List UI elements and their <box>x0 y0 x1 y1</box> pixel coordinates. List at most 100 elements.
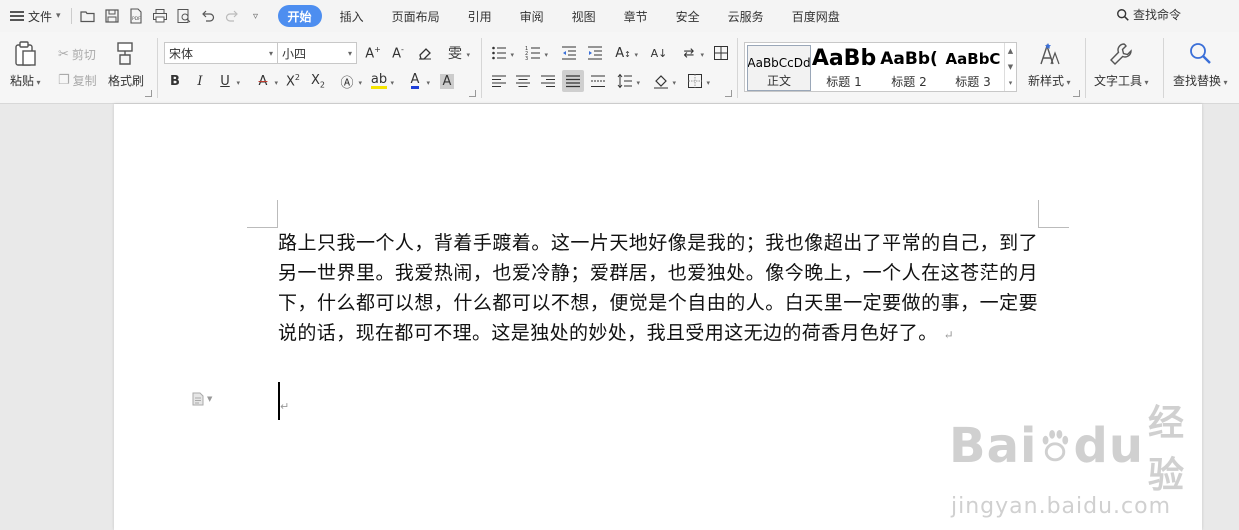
save-icon <box>104 9 119 23</box>
paragraph-layout-button[interactable]: ▼ <box>192 392 212 406</box>
justify-icon <box>566 75 580 88</box>
undo-button[interactable] <box>196 4 220 28</box>
style-preview: AaBbCcDd <box>747 56 811 70</box>
text-effect-button[interactable]: Ⓐ ▾ <box>336 70 362 92</box>
subscript-icon: X2 <box>311 72 325 90</box>
char-shading-icon: A <box>439 73 455 89</box>
superscript-button[interactable]: X2 <box>282 70 304 92</box>
paste-button[interactable]: 粘贴 ▾ <box>10 40 41 89</box>
subscript-button[interactable]: X2 <box>307 70 329 92</box>
chevron-down-icon: ▼ <box>207 395 213 403</box>
italic-button[interactable]: I <box>189 70 211 92</box>
style-preview: AaBb( <box>880 49 938 69</box>
borders-button[interactable]: ▾ <box>684 70 710 92</box>
dialog-launcher[interactable] <box>725 90 732 97</box>
dialog-launcher[interactable] <box>1073 90 1080 97</box>
menu-bar: 文件 ▾ PDF ▿ 开始 插入 页面布局 引用 审阅 视图 章节 安全 云服务… <box>0 0 1239 32</box>
tab-security[interactable]: 安全 <box>666 5 710 27</box>
tab-references[interactable]: 引用 <box>458 5 502 27</box>
style-heading-3[interactable]: AaBbC 标题 3 <box>941 45 1005 91</box>
paw-icon <box>1043 429 1069 462</box>
print-button[interactable] <box>148 4 172 28</box>
font-color-button[interactable]: A ▾ <box>404 70 430 92</box>
borders-icon <box>688 74 702 88</box>
tab-view[interactable]: 视图 <box>562 5 606 27</box>
highlighter-icon: ab <box>370 72 388 89</box>
align-left-button[interactable] <box>488 70 510 92</box>
tab-cloud-service[interactable]: 云服务 <box>718 5 774 27</box>
chinese-layout-button[interactable]: ⇄ ▾ <box>678 42 704 64</box>
magnifier-icon <box>1190 43 1212 64</box>
increase-indent-button[interactable] <box>584 42 606 64</box>
char-shading-button[interactable]: A <box>436 70 458 92</box>
tab-page-layout[interactable]: 页面布局 <box>382 5 450 27</box>
font-size-combo[interactable]: 小四 ▾ <box>277 42 357 64</box>
distributed-align-icon <box>591 75 605 87</box>
grow-font-button[interactable]: A+ <box>362 42 384 64</box>
tab-review[interactable]: 审阅 <box>510 5 554 27</box>
tab-home[interactable]: 开始 <box>277 5 322 27</box>
distributed-align-button[interactable] <box>587 70 609 92</box>
new-style-button[interactable]: 新样式 ▾ <box>1028 40 1071 89</box>
wrench-icon <box>1110 43 1132 65</box>
style-heading-2[interactable]: AaBb( 标题 2 <box>877 45 941 91</box>
justify-button[interactable] <box>562 70 584 92</box>
gallery-scrollbar[interactable]: ▲ ▼ ▾ <box>1004 43 1016 91</box>
printer-icon <box>152 9 167 23</box>
highlight-button[interactable]: ab ▾ <box>368 70 394 92</box>
search-command[interactable]: 查找命令 <box>1116 6 1181 23</box>
format-painter-button[interactable]: 格式刷 <box>108 40 144 89</box>
customize-quick-access-button[interactable]: ▿ <box>244 4 268 28</box>
redo-button[interactable] <box>220 4 244 28</box>
open-folder-button[interactable] <box>76 4 100 28</box>
dialog-launcher[interactable] <box>145 90 152 97</box>
decrease-indent-button[interactable] <box>558 42 580 64</box>
document-page[interactable]: 路上只我一个人，背着手踱着。这一片天地好像是我的；我也像超出了平常的自己，到了另… <box>114 104 1202 530</box>
style-name: 标题 1 <box>826 75 862 89</box>
text-tools-button[interactable]: 文字工具 ▾ <box>1094 40 1149 89</box>
style-name: 标题 2 <box>891 75 927 89</box>
tab-insert[interactable]: 插入 <box>330 5 374 27</box>
clear-format-button[interactable] <box>414 42 436 64</box>
bold-button[interactable]: B <box>164 70 186 92</box>
tab-baidu-netdisk[interactable]: 百度网盘 <box>782 5 850 27</box>
tab-section[interactable]: 章节 <box>614 5 658 27</box>
print-preview-button[interactable] <box>172 4 196 28</box>
strikethrough-button[interactable]: A ▾ <box>252 70 278 92</box>
divider <box>70 8 72 24</box>
shading-button[interactable]: ▾ <box>650 70 676 92</box>
divider <box>737 38 738 98</box>
underline-button[interactable]: U ▾ <box>214 70 240 92</box>
show-hide-marks-button[interactable] <box>710 42 732 64</box>
align-right-button[interactable] <box>537 70 559 92</box>
dialog-launcher[interactable] <box>469 90 476 97</box>
font-name-combo[interactable]: 宋体 ▾ <box>164 42 278 64</box>
style-normal[interactable]: AaBbCcDd 正文 <box>747 45 811 91</box>
cut-button[interactable]: ✂ 剪切 <box>58 44 96 64</box>
line-spacing-button[interactable]: ▾ <box>614 70 640 92</box>
document-paragraph[interactable]: 路上只我一个人，背着手踱着。这一片天地好像是我的；我也像超出了平常的自己，到了另… <box>278 228 1038 350</box>
shrink-font-button[interactable]: A- <box>387 42 409 64</box>
save-button[interactable] <box>100 4 124 28</box>
phonetic-guide-button[interactable]: 雯 ▾ <box>444 42 470 64</box>
sort-button[interactable]: A↓ <box>648 42 670 64</box>
export-pdf-button[interactable]: PDF <box>124 4 148 28</box>
font-size-value: 小四 <box>282 46 307 61</box>
text-direction-button[interactable]: A↕ ▾ <box>612 42 638 64</box>
find-replace-button[interactable]: 查找替换 ▾ <box>1173 40 1228 89</box>
strikethrough-icon: A <box>258 73 268 89</box>
bullet-list-icon <box>492 46 506 60</box>
italic-icon: I <box>197 73 203 89</box>
copy-button[interactable]: ❐ 复制 <box>58 70 97 90</box>
bullet-list-button[interactable]: ▾ <box>488 42 514 64</box>
crop-mark <box>1038 200 1069 228</box>
style-heading-1[interactable]: AaBb 标题 1 <box>812 45 876 91</box>
redo-icon <box>225 10 238 22</box>
svg-text:PDF: PDF <box>132 16 141 22</box>
numbered-list-button[interactable]: 1 2 3 ▾ <box>522 42 548 64</box>
baidu-jingyan-watermark: Bai du 经验 jingyan.baidu.com <box>949 394 1202 519</box>
align-center-button[interactable] <box>512 70 534 92</box>
file-menu[interactable]: 文件 ▾ <box>0 4 67 28</box>
hamburger-icon <box>10 11 24 21</box>
paragraph-mark: ↵ <box>280 400 290 413</box>
